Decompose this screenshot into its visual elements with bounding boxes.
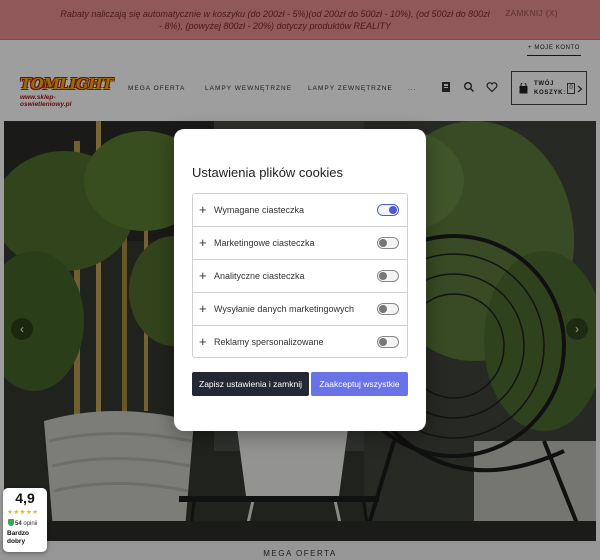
review-count-suffix: opinii: [23, 521, 38, 527]
expand-plus-icon[interactable]: +: [199, 335, 209, 349]
cookie-option-label: Analityczne ciasteczka: [214, 271, 305, 281]
cookie-option-label: Reklamy spersonalizowane: [214, 337, 324, 347]
accept-all-button[interactable]: Zaakceptuj wszystkie: [311, 372, 408, 396]
modal-title: Ustawienia plików cookies: [192, 165, 344, 180]
cookie-toggle-personalized-ads[interactable]: [377, 336, 399, 348]
cookie-option-label: Wymagane ciasteczka: [214, 205, 304, 215]
cookie-option-analytics[interactable]: + Analityczne ciasteczka: [193, 260, 407, 293]
review-count: 54 opinii: [8, 519, 37, 527]
expand-plus-icon[interactable]: +: [199, 236, 209, 250]
save-settings-button[interactable]: Zapisz ustawienia i zamknij: [192, 372, 309, 396]
expand-plus-icon[interactable]: +: [199, 302, 209, 316]
cookie-option-required[interactable]: + Wymagane ciasteczka: [193, 194, 407, 227]
cookie-option-label: Marketingowe ciasteczka: [214, 238, 315, 248]
expand-plus-icon[interactable]: +: [199, 203, 209, 217]
cookie-option-label: Wysyłanie danych marketingowych: [214, 304, 354, 314]
cookie-options-list: + Wymagane ciasteczka + Marketingowe cia…: [192, 193, 408, 358]
rating-label: Bardzo dobry: [7, 530, 30, 545]
rating-score: 4,9: [15, 490, 35, 506]
cookie-toggle-marketing-data[interactable]: [377, 303, 399, 315]
rating-badge[interactable]: 4,9 ★★★★★ 54 opinii Bardzo dobry: [3, 488, 47, 552]
cookie-toggle-required[interactable]: [377, 204, 399, 216]
rating-stars: ★★★★★: [7, 509, 39, 516]
cookie-toggle-marketing[interactable]: [377, 237, 399, 249]
cookie-option-personalized-ads[interactable]: + Reklamy spersonalizowane: [193, 326, 407, 359]
shield-icon: [8, 519, 14, 526]
review-count-number: 54: [15, 521, 22, 527]
cookie-option-marketing[interactable]: + Marketingowe ciasteczka: [193, 227, 407, 260]
expand-plus-icon[interactable]: +: [199, 269, 209, 283]
cookie-settings-modal: Ustawienia plików cookies + Wymagane cia…: [174, 129, 426, 431]
cookie-toggle-analytics[interactable]: [377, 270, 399, 282]
cookie-option-marketing-data[interactable]: + Wysyłanie danych marketingowych: [193, 293, 407, 326]
